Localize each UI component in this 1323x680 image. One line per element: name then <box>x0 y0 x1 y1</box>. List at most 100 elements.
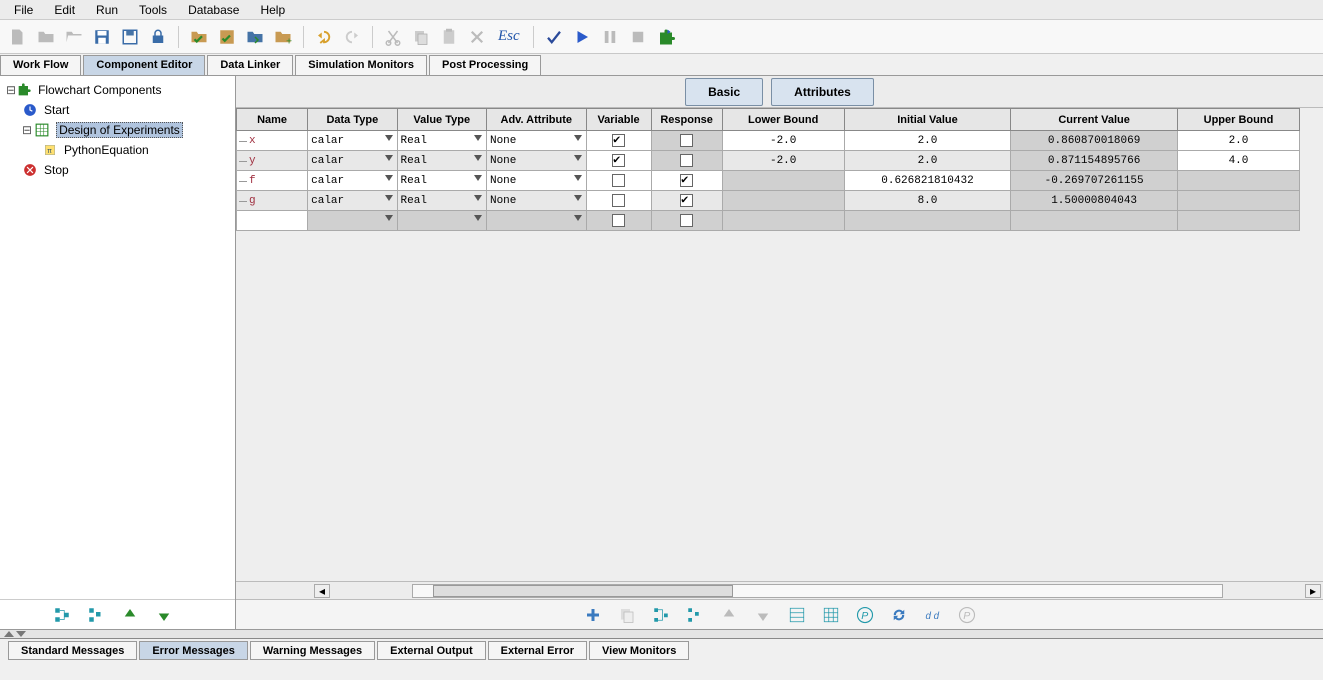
grid-row[interactable]: xcalarRealNone-2.02.00.8608700180692.0 <box>237 131 1300 151</box>
menu-edit[interactable]: Edit <box>46 1 83 19</box>
grid-cell[interactable]: f <box>237 171 308 191</box>
btab-error[interactable]: Error Messages <box>139 641 248 660</box>
grid-cell[interactable] <box>1177 171 1299 191</box>
grid-cell[interactable] <box>1177 211 1299 231</box>
dd-icon[interactable]: d d <box>921 603 945 627</box>
splitter-handle[interactable] <box>0 630 1323 638</box>
lock-icon[interactable] <box>146 25 170 49</box>
col-name[interactable]: Name <box>237 109 308 131</box>
dropdown-arrow-icon[interactable] <box>574 155 582 161</box>
grid-cell[interactable]: None <box>486 151 586 171</box>
tab-data-linker[interactable]: Data Linker <box>207 55 293 75</box>
paste-icon[interactable] <box>437 25 461 49</box>
grid-view-icon[interactable] <box>785 603 809 627</box>
grid-cell[interactable]: None <box>486 171 586 191</box>
new-file-icon[interactable] <box>6 25 30 49</box>
grid-cell[interactable] <box>586 131 651 151</box>
tree-stop[interactable]: Stop <box>2 160 233 180</box>
col-data-type[interactable]: Data Type <box>308 109 397 131</box>
puzzle-play-icon[interactable] <box>654 25 678 49</box>
dropdown-arrow-icon[interactable] <box>474 215 482 221</box>
p-script-icon[interactable]: P <box>955 603 979 627</box>
grid-cell[interactable]: 2.0 <box>844 131 1011 151</box>
checkbox[interactable] <box>680 194 693 207</box>
scrollbar-track[interactable] <box>412 584 1223 598</box>
checkbox[interactable] <box>680 154 693 167</box>
pause-icon[interactable] <box>598 25 622 49</box>
tree-collapse-icon[interactable] <box>84 603 108 627</box>
grid-cell[interactable] <box>651 171 722 191</box>
btab-warning[interactable]: Warning Messages <box>250 641 375 660</box>
tree-python-equation[interactable]: π PythonEquation <box>2 140 233 160</box>
grid-cell[interactable]: None <box>486 131 586 151</box>
grid-cell[interactable] <box>651 191 722 211</box>
tree-root[interactable]: ⊟ Flowchart Components <box>2 80 233 100</box>
copy-row-icon[interactable] <box>615 603 639 627</box>
refresh-icon[interactable] <box>887 603 911 627</box>
col-lower[interactable]: Lower Bound <box>722 109 844 131</box>
checkbox[interactable] <box>612 214 625 227</box>
btab-standard[interactable]: Standard Messages <box>8 641 137 660</box>
col-value-type[interactable]: Value Type <box>397 109 486 131</box>
dropdown-arrow-icon[interactable] <box>385 175 393 181</box>
check-icon[interactable] <box>542 25 566 49</box>
tree-start[interactable]: Start <box>2 100 233 120</box>
grid-cell[interactable]: -2.0 <box>722 131 844 151</box>
menu-help[interactable]: Help <box>252 1 293 19</box>
btab-ext-err[interactable]: External Error <box>488 641 587 660</box>
scroll-left-icon[interactable]: ◂ <box>314 584 330 598</box>
menu-run[interactable]: Run <box>88 1 126 19</box>
tree-icon-2[interactable] <box>683 603 707 627</box>
view-tab-basic[interactable]: Basic <box>685 78 763 106</box>
grid-row[interactable]: gcalarRealNone8.01.50000804043 <box>237 191 1300 211</box>
horizontal-scrollbar[interactable]: ◂ ▸ <box>236 581 1323 599</box>
tab-component-editor[interactable]: Component Editor <box>83 55 205 75</box>
p-circle-icon[interactable]: P <box>853 603 877 627</box>
checkbox[interactable] <box>680 214 693 227</box>
btab-view-mon[interactable]: View Monitors <box>589 641 689 660</box>
move-up-icon[interactable] <box>118 603 142 627</box>
col-response[interactable]: Response <box>651 109 722 131</box>
folder-add-icon[interactable]: + <box>271 25 295 49</box>
grid-row[interactable]: fcalarRealNone0.626821810432-0.269707261… <box>237 171 1300 191</box>
grid-cell[interactable]: Real <box>397 191 486 211</box>
grid-cell[interactable] <box>722 171 844 191</box>
dropdown-arrow-icon[interactable] <box>474 175 482 181</box>
grid-cell[interactable] <box>586 171 651 191</box>
col-initial[interactable]: Initial Value <box>844 109 1011 131</box>
delete-icon[interactable] <box>465 25 489 49</box>
save-icon[interactable] <box>90 25 114 49</box>
checkbox[interactable] <box>680 134 693 147</box>
grid-view2-icon[interactable] <box>819 603 843 627</box>
col-variable[interactable]: Variable <box>586 109 651 131</box>
checkbox[interactable] <box>612 174 625 187</box>
grid-cell[interactable]: g <box>237 191 308 211</box>
dropdown-arrow-icon[interactable] <box>574 135 582 141</box>
redo-icon[interactable] <box>340 25 364 49</box>
checkbox[interactable] <box>612 134 625 147</box>
grid-cell[interactable]: 2.0 <box>844 151 1011 171</box>
grid-cell[interactable]: 4.0 <box>1177 151 1299 171</box>
folder-import-icon[interactable] <box>243 25 267 49</box>
undo-icon[interactable] <box>312 25 336 49</box>
btab-ext-out[interactable]: External Output <box>377 641 486 660</box>
dropdown-arrow-icon[interactable] <box>574 195 582 201</box>
dropdown-arrow-icon[interactable] <box>385 195 393 201</box>
grid-row[interactable] <box>237 211 1300 231</box>
grid-cell[interactable] <box>1011 211 1178 231</box>
scroll-right-icon[interactable]: ▸ <box>1305 584 1321 598</box>
grid-cell[interactable]: calar <box>308 191 397 211</box>
grid-cell[interactable] <box>844 211 1011 231</box>
grid-cell[interactable]: x <box>237 131 308 151</box>
grid-cell[interactable] <box>586 191 651 211</box>
grid-cell[interactable] <box>586 211 651 231</box>
open-check-icon[interactable] <box>187 25 211 49</box>
save-check-icon[interactable] <box>215 25 239 49</box>
grid-cell[interactable]: Real <box>397 131 486 151</box>
grid-cell[interactable] <box>237 211 308 231</box>
cut-icon[interactable] <box>381 25 405 49</box>
grid-cell[interactable]: 1.50000804043 <box>1011 191 1178 211</box>
grid-cell[interactable]: Real <box>397 151 486 171</box>
grid-cell[interactable] <box>722 191 844 211</box>
stop-icon[interactable] <box>626 25 650 49</box>
